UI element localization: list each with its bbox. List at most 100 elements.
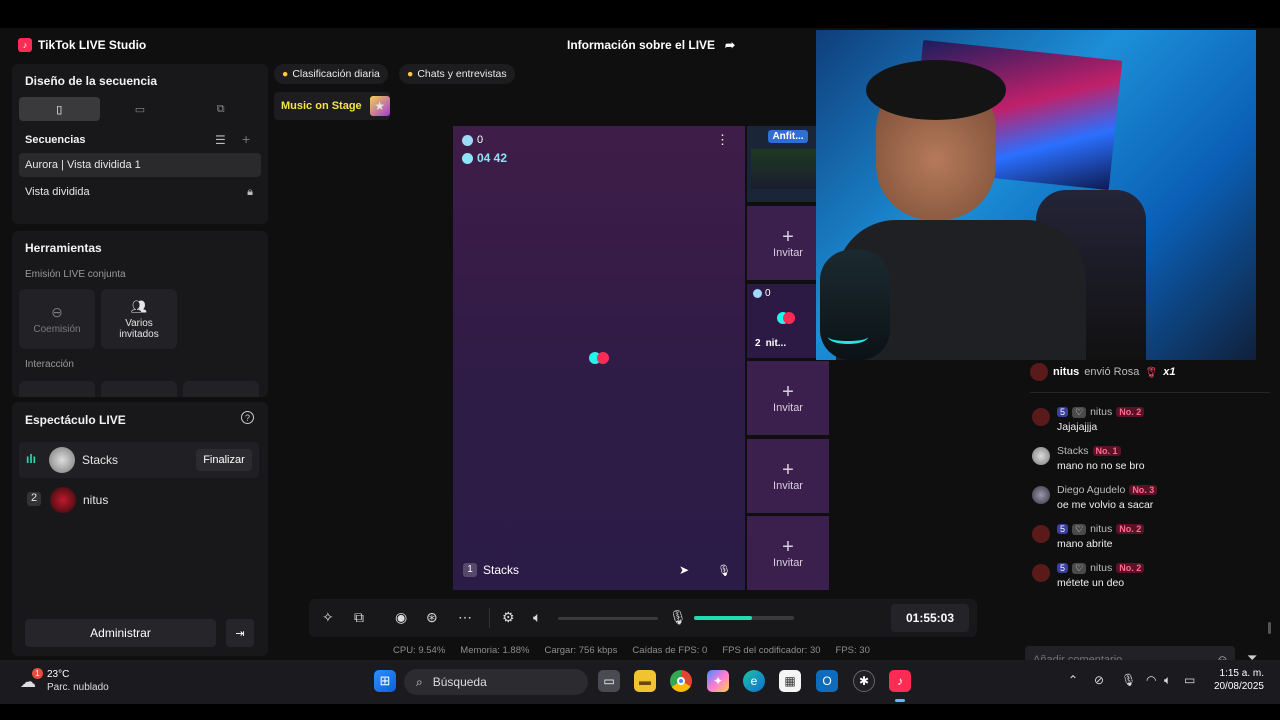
taskbar-search[interactable]: ⌕ Búsqueda bbox=[404, 669, 588, 695]
load-stat: Cargar: 756 kbps bbox=[544, 645, 618, 656]
tiktok-studio-icon[interactable]: ♪ bbox=[889, 670, 911, 692]
rank-badge: No. 1 bbox=[1092, 446, 1121, 456]
memory-stat: Memoria: 1.88% bbox=[460, 645, 530, 656]
daily-ranking-chip[interactable]: ● Clasificación diaria bbox=[274, 64, 388, 84]
interaction-tool-2[interactable]: ◎ bbox=[101, 381, 177, 397]
chat-message-header: 5 ♡ nitus No. 2 bbox=[1057, 523, 1145, 535]
tray-mic-icon[interactable]: 🎙︎ bbox=[1121, 673, 1136, 687]
guest-coins: 0 bbox=[753, 288, 771, 299]
rank-badge: No. 2 bbox=[1116, 563, 1145, 573]
chevron-up-icon[interactable]: ⌃ bbox=[1068, 673, 1078, 687]
multi-option[interactable]: ⧉ bbox=[180, 97, 261, 121]
comment-input[interactable] bbox=[1025, 646, 1205, 660]
settings-sliders-icon[interactable]: ⚙︎ bbox=[502, 609, 515, 626]
record-icon[interactable]: ◉ bbox=[395, 609, 407, 626]
cohost-button[interactable]: ⊖ Coemisión bbox=[19, 289, 95, 349]
chat-username: nitus bbox=[1090, 562, 1113, 574]
chrome-icon[interactable] bbox=[670, 670, 692, 692]
rose-icon: 🌹︎ bbox=[1144, 366, 1159, 379]
task-view-icon[interactable]: ▭ bbox=[598, 670, 620, 692]
clock-time[interactable]: 1:15 a. m. bbox=[1212, 668, 1264, 679]
speaker-icon[interactable]: 🔈︎ bbox=[533, 609, 541, 626]
live-info-button[interactable]: Información sobre el LIVE ➦ bbox=[567, 38, 735, 52]
chat-text: Jajajajjja bbox=[1057, 421, 1098, 433]
guest-tag: 2 nit... bbox=[755, 338, 786, 349]
interaction-tool-3[interactable]: ▣ bbox=[183, 381, 259, 397]
tools-panel: Herramientas Emisión LIVE conjunta ⊖ Coe… bbox=[12, 231, 268, 397]
add-sequence-icon[interactable]: + bbox=[242, 131, 250, 147]
lock-icon: 🔒︎ bbox=[247, 185, 253, 198]
exit-button[interactable]: ⇥ bbox=[226, 619, 254, 647]
weather-widget[interactable]: ☁ 1 23°C Parc. nublado bbox=[20, 668, 140, 696]
manage-button[interactable]: Administrar bbox=[25, 619, 216, 647]
invite-slot-3[interactable]: + Invitar bbox=[747, 439, 829, 513]
emoji-icon[interactable]: ☺ bbox=[1216, 652, 1229, 660]
copilot-icon[interactable]: ✦ bbox=[707, 670, 729, 692]
mic-icon: 🎙︎ bbox=[717, 565, 731, 577]
windows-taskbar: ☁ 1 23°C Parc. nublado ⊞ ⌕ Búsqueda ▭ ▬ … bbox=[0, 660, 1280, 704]
store-icon[interactable]: ▦ bbox=[779, 670, 801, 692]
sequence-item-split[interactable]: Vista dividida 🔒︎ bbox=[19, 180, 261, 204]
avatar bbox=[50, 487, 76, 513]
multi-guest-label: Varios invitados bbox=[119, 317, 159, 340]
music-on-stage-label: Music on Stage bbox=[281, 100, 362, 112]
microphone-icon[interactable]: 🎙︎ bbox=[669, 609, 687, 626]
fan-badge-icon: ♡ bbox=[1072, 562, 1087, 574]
app-brand: ♪ TikTok LIVE Studio bbox=[18, 38, 146, 52]
volume-icon[interactable]: 🔈︎ bbox=[1164, 673, 1171, 688]
more-options-icon[interactable]: ⋮ bbox=[716, 132, 729, 148]
interaction-tool-1[interactable]: ● bbox=[19, 381, 95, 397]
fps-drops-stat: Caídas de FPS: 0 bbox=[632, 645, 708, 656]
end-performance-button[interactable]: Finalizar bbox=[196, 449, 252, 471]
outlook-icon[interactable]: O bbox=[816, 670, 838, 692]
tray-app-icon[interactable]: ⊘ bbox=[1094, 673, 1104, 687]
divider bbox=[489, 608, 490, 628]
mic-level-slider[interactable] bbox=[694, 616, 794, 620]
search-icon: ⌕ bbox=[416, 674, 423, 689]
plus-icon: + bbox=[782, 226, 794, 248]
search-label: Búsqueda bbox=[432, 675, 487, 689]
volume-slider[interactable] bbox=[558, 617, 658, 620]
sequence-item-label: Vista dividida bbox=[25, 186, 90, 198]
live-show-title: Espectáculo LIVE bbox=[25, 413, 126, 427]
clock-date[interactable]: 20/08/2025 bbox=[1206, 681, 1264, 692]
list-icon[interactable]: ☰ bbox=[215, 133, 226, 147]
chat-message-header: 5 ♡ nitus No. 2 bbox=[1057, 406, 1145, 418]
fan-badge-icon: ♡ bbox=[1072, 523, 1087, 535]
chat-scrollbar[interactable] bbox=[1268, 622, 1271, 634]
chat-text: métete un deo bbox=[1057, 577, 1125, 589]
screen-share-icon[interactable]: ⧉ bbox=[354, 609, 364, 626]
timer-icon bbox=[462, 152, 473, 164]
tiktok-loading-icon bbox=[777, 312, 797, 324]
guest-rank: 2 bbox=[755, 338, 761, 349]
mic-level-fill bbox=[694, 616, 752, 620]
landscape-option[interactable]: ▭ bbox=[100, 97, 181, 121]
wifi-icon[interactable]: ◠ bbox=[1146, 673, 1156, 687]
windows-start-icon[interactable]: ⊞ bbox=[374, 670, 396, 692]
avatar bbox=[1032, 525, 1050, 543]
replay-icon[interactable]: ⊛ bbox=[426, 609, 438, 626]
help-icon[interactable]: ? bbox=[241, 411, 254, 424]
more-icon[interactable]: ⋯ bbox=[458, 609, 472, 626]
openai-icon[interactable]: ✱ bbox=[853, 670, 875, 692]
cohost-label: Coemisión bbox=[33, 323, 81, 335]
weather-temp: 23°C bbox=[47, 669, 70, 680]
multi-guest-button[interactable]: 👥︎ Varios invitados bbox=[101, 289, 177, 349]
magic-wand-icon[interactable]: ✧ bbox=[322, 609, 334, 626]
invite-slot-2[interactable]: + Invitar bbox=[747, 361, 829, 435]
battery-icon[interactable]: ▭ bbox=[1184, 673, 1195, 687]
music-on-stage-banner[interactable]: Music on Stage ★ bbox=[274, 92, 390, 120]
hand-icon: ● bbox=[282, 68, 289, 80]
invite-slot-4[interactable]: + Invitar bbox=[747, 516, 829, 590]
live-stage: 0 04 42 ⋮ 1 Stacks 🎙︎ bbox=[453, 126, 745, 590]
sequence-item-aurora[interactable]: Aurora | Vista dividida 1 bbox=[19, 153, 261, 177]
live-show-panel: Espectáculo LIVE ? ılı Stacks Finalizar … bbox=[12, 402, 268, 656]
portrait-option[interactable]: ▯ bbox=[19, 97, 100, 121]
interaction-label: Interacción bbox=[25, 359, 74, 370]
filter-icon[interactable]: ⏷ bbox=[1247, 650, 1257, 660]
music-star-icon: ★ bbox=[369, 96, 390, 116]
edge-icon[interactable]: e bbox=[743, 670, 765, 692]
chats-chip[interactable]: ● Chats y entrevistas bbox=[399, 64, 515, 84]
coin-value: 0 bbox=[477, 134, 484, 146]
file-explorer-icon[interactable]: ▬ bbox=[634, 670, 656, 692]
